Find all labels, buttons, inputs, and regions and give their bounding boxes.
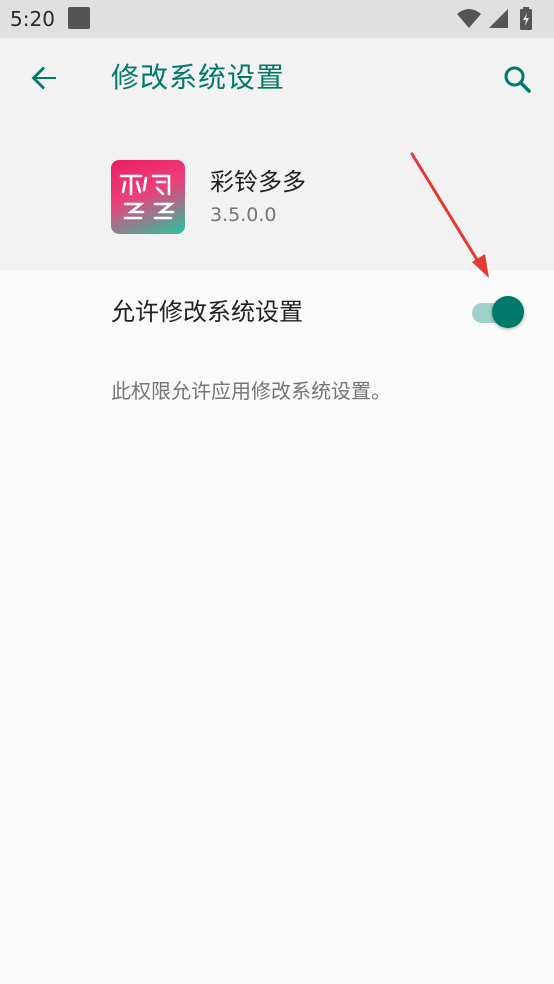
app-name: 彩铃多多	[210, 168, 306, 196]
page-title: 修改系统设置	[111, 61, 286, 94]
app-version: 3.5.0.0	[210, 204, 277, 226]
app-logo-icon	[111, 160, 185, 234]
battery-charging-icon	[520, 7, 532, 30]
allow-modify-settings-row[interactable]: 允许修改系统设置	[0, 270, 554, 356]
toggle-thumb	[492, 296, 524, 328]
wifi-icon	[457, 9, 481, 28]
status-icons	[456, 6, 546, 32]
notification-app-icon	[68, 7, 90, 29]
arrow-back-icon	[31, 66, 56, 90]
signal-icon	[489, 9, 508, 28]
status-bar: 5:20	[0, 0, 554, 38]
app-header: 彩铃多多 3.5.0.0	[0, 122, 554, 270]
search-button[interactable]	[496, 58, 540, 102]
back-button[interactable]	[22, 56, 66, 100]
status-time: 5:20	[10, 7, 55, 31]
permission-description: 此权限允许应用修改系统设置。	[111, 379, 391, 403]
setting-label: 允许修改系统设置	[111, 298, 303, 326]
search-icon	[504, 66, 531, 93]
allow-modify-settings-toggle[interactable]	[470, 294, 526, 330]
app-bar: 修改系统设置	[0, 38, 554, 122]
